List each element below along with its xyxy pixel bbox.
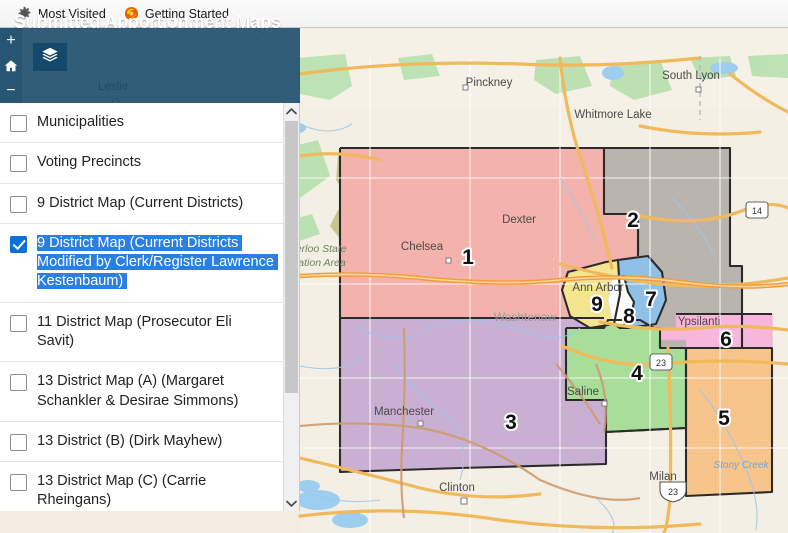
map-place-label: Washtenaw	[494, 310, 557, 324]
layer-label: 13 District Map (C) (Carrie Rheingans)	[37, 473, 207, 509]
layer-checkbox[interactable]	[10, 195, 27, 213]
layers-icon	[41, 46, 59, 69]
sidebar-scrollbar[interactable]	[283, 103, 299, 511]
layer-checkbox[interactable]	[10, 474, 27, 492]
district-number-label: 5	[718, 407, 730, 430]
highway-shield-label: 23	[668, 487, 678, 497]
map-place-label: Pinckney	[466, 77, 513, 89]
home-icon	[4, 59, 18, 73]
map-place-label: Chelsea	[401, 241, 444, 253]
zoom-out-button[interactable]: −	[0, 78, 22, 103]
highway-shield-label: 14	[752, 206, 762, 216]
layer-list-item[interactable]: 11 District Map (Prosecutor Eli Savit)	[0, 303, 283, 363]
district-number-label: 8	[623, 305, 635, 328]
layer-checkbox[interactable]	[10, 235, 27, 253]
highway-shield-icon: 14	[745, 201, 769, 219]
district-number-label: 2	[627, 209, 639, 232]
layer-checkbox[interactable]	[10, 374, 27, 392]
layer-label: 13 District (B) (Dirk Mayhew)	[37, 432, 223, 449]
plus-icon: +	[6, 31, 16, 49]
layer-list-item[interactable]: 13 District (B) (Dirk Mayhew)	[0, 422, 283, 463]
highway-shield-label: 23	[656, 358, 666, 368]
layer-checkbox[interactable]	[10, 314, 27, 332]
map-zoom-controls: + −	[0, 28, 22, 103]
browser-window: Most Visited Getting Started Pinckney So…	[0, 0, 788, 533]
map-place-label: Milan	[649, 471, 676, 483]
chevron-down-icon	[286, 499, 297, 508]
district-number-label: 1	[462, 246, 474, 269]
map-place-label: South Lyon	[662, 70, 720, 82]
layer-list-item[interactable]: 9 District Map (Current Districts)	[0, 184, 283, 224]
map-place-label: Ypsilanti	[678, 316, 721, 328]
layer-label: 11 District Map (Prosecutor Eli Savit)	[37, 313, 232, 349]
district-number-label: 4	[631, 362, 643, 385]
scrollbar-thumb[interactable]	[285, 121, 298, 393]
scroll-up-button[interactable]	[284, 103, 299, 119]
layer-list-item[interactable]: 9 District Map (Current Districts Modifi…	[0, 224, 283, 303]
layer-label: Voting Precincts	[37, 154, 141, 171]
chevron-up-icon	[286, 107, 297, 116]
map-place-label: Dexter	[502, 214, 536, 226]
layer-list-item[interactable]: 13 District Map (A) (Margaret Schankler …	[0, 362, 283, 422]
highway-shield-icon: 23	[649, 353, 673, 371]
zoom-in-button[interactable]: +	[0, 28, 22, 53]
map-place-label: Manchester	[374, 406, 434, 418]
layer-list-item[interactable]: Voting Precincts	[0, 143, 283, 184]
layer-label: 13 District Map (A) (Margaret Schankler …	[37, 373, 239, 409]
district-number-label: 9	[591, 293, 603, 316]
layer-list-item[interactable]: 13 District Map (C) (Carrie Rheingans)	[0, 462, 283, 511]
layer-checkbox[interactable]	[10, 155, 27, 173]
home-button[interactable]	[0, 53, 22, 78]
map-place-label: Saline	[567, 386, 599, 398]
layer-checkbox[interactable]	[10, 115, 27, 132]
district-number-label: 3	[505, 411, 517, 434]
district-number-label: 6	[720, 328, 732, 351]
map-place-label: Clinton	[439, 482, 475, 494]
minus-icon: −	[6, 81, 16, 99]
map-place-label: Stony Creek	[713, 460, 769, 471]
layer-label: 9 District Map (Current Districts)	[37, 194, 244, 211]
layer-label: 9 District Map (Current Districts Modifi…	[37, 234, 278, 290]
district-number-label: 7	[645, 288, 657, 311]
layer-list-panel: Municipalities Voting Precincts 9 District…	[0, 103, 300, 511]
scroll-down-button[interactable]	[284, 495, 299, 511]
layers-toggle-button[interactable]	[33, 43, 67, 71]
layer-checkbox[interactable]	[10, 433, 27, 451]
layer-list[interactable]: Municipalities Voting Precincts 9 District…	[0, 103, 283, 511]
layer-list-item[interactable]: Municipalities	[0, 103, 283, 144]
layer-label: Municipalities	[37, 114, 125, 130]
map-place-label: Whitmore Lake	[574, 109, 651, 121]
